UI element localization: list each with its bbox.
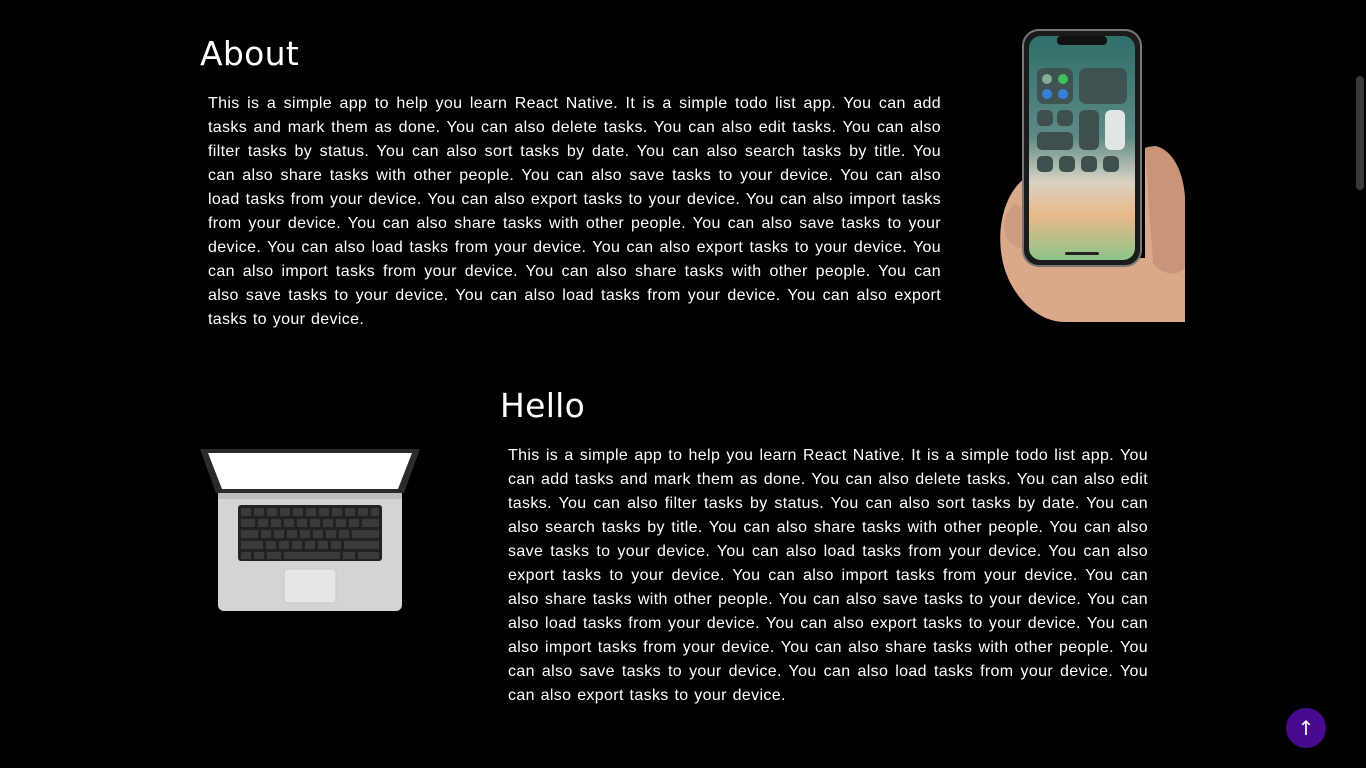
back-to-top-button[interactable]: ↑ (1286, 708, 1326, 748)
hello-heading: Hello (500, 386, 586, 425)
scrollbar-thumb[interactable] (1356, 76, 1364, 190)
arrow-up-icon: ↑ (1297, 716, 1315, 740)
about-heading: About (200, 34, 300, 73)
page: About This is a simple app to help you l… (0, 0, 1366, 768)
laptop-icon (198, 445, 422, 613)
phone-in-hand-icon (995, 28, 1185, 322)
vertical-scrollbar[interactable] (1354, 0, 1366, 768)
about-text: This is a simple app to help you learn R… (208, 95, 941, 328)
hello-text: This is a simple app to help you learn R… (508, 447, 1148, 704)
